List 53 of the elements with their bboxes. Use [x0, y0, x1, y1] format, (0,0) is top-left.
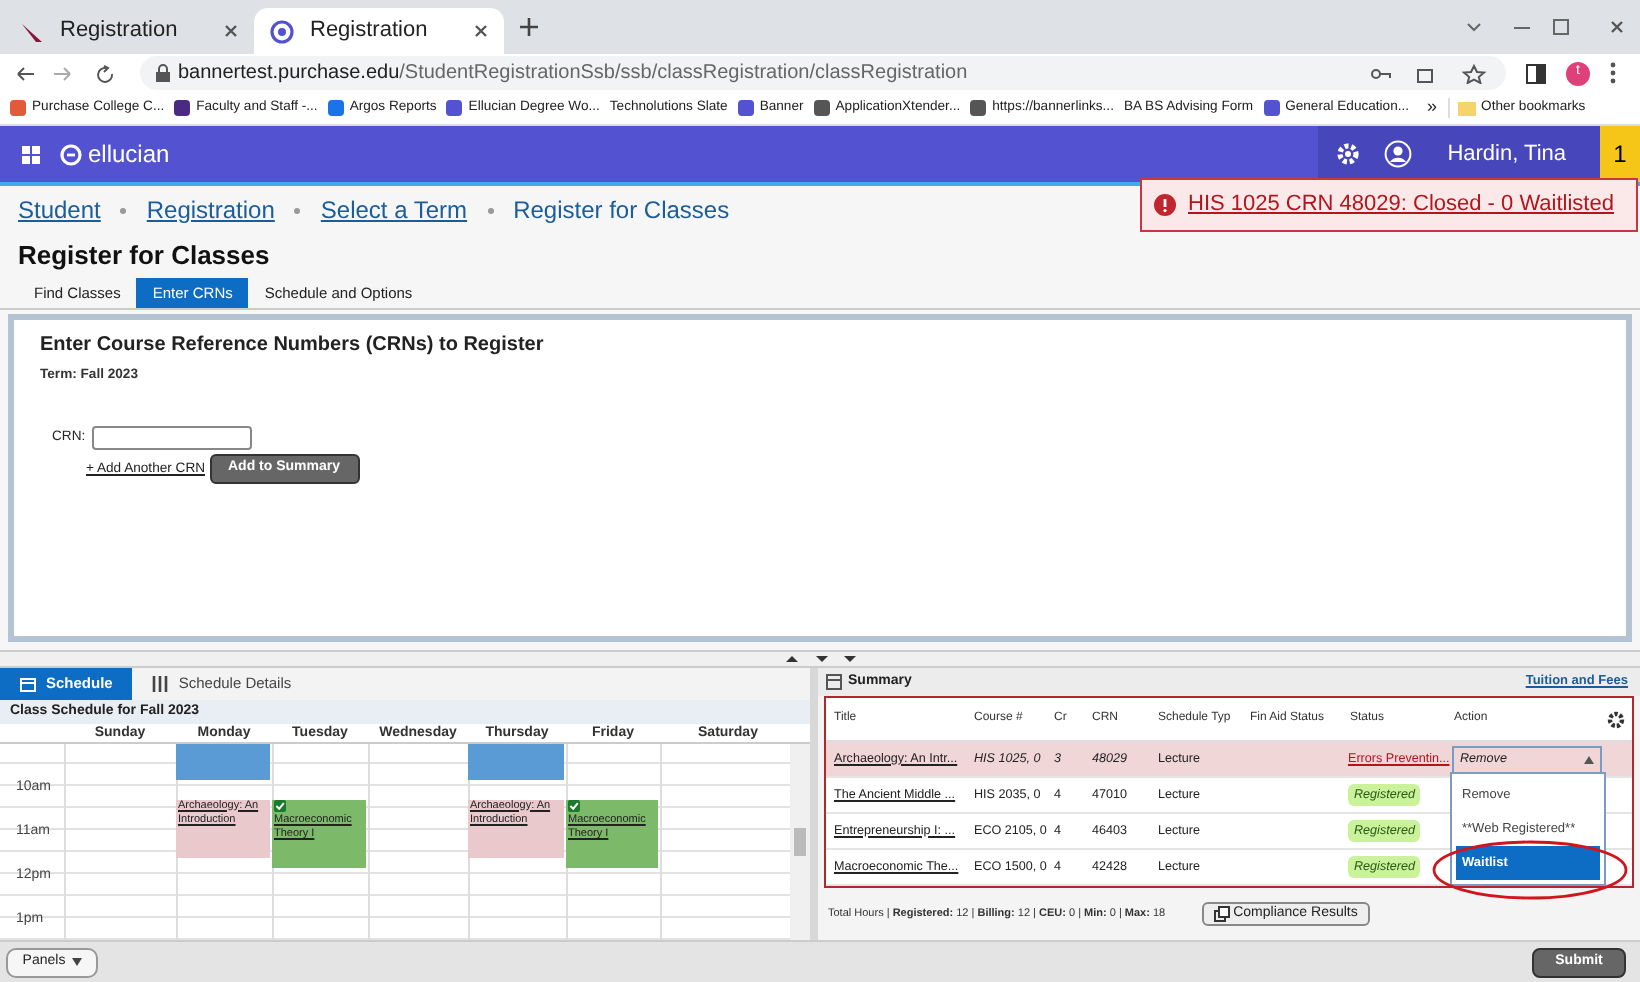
breadcrumb-current: Register for Classes: [513, 194, 730, 228]
panel-heading: Enter Course Reference Numbers (CRNs) to Register: [40, 332, 546, 360]
breadcrumb-link[interactable]: Student: [18, 192, 101, 228]
scrollbar[interactable]: [790, 744, 810, 940]
feather-icon: [20, 19, 44, 43]
notification-badge[interactable]: 1: [1600, 126, 1640, 182]
settings-icon[interactable]: [1606, 709, 1626, 729]
new-tab-icon[interactable]: [520, 18, 538, 36]
table-icon: [826, 674, 842, 690]
tab-title: Registration: [60, 16, 180, 47]
tab-title: Registration: [310, 16, 430, 47]
breadcrumb-link[interactable]: Registration: [146, 192, 275, 228]
error-link[interactable]: HIS 1025 CRN 48029: Closed - 0 Waitlisted: [1188, 188, 1614, 222]
menu-icon[interactable]: [1610, 62, 1616, 84]
user-name[interactable]: Hardin, Tina: [1447, 137, 1566, 171]
bookmark-icon: [970, 100, 987, 116]
more-bookmarks-button[interactable]: »: [1427, 94, 1438, 122]
caret-icon: [1584, 755, 1594, 763]
bookmark-icon: [174, 100, 191, 116]
class-block[interactable]: [176, 744, 270, 781]
calendar-icon: [20, 676, 36, 692]
bookmark-icon: [446, 100, 463, 116]
check-icon: [568, 799, 580, 811]
browser-tab[interactable]: Registration: [254, 8, 504, 54]
error-icon: [1154, 194, 1176, 216]
url-text: bannertest.purchase.edu/StudentRegistrationSsb/ssb/classRegistration/classRegistration: [178, 60, 968, 88]
logo-text: ellucian: [88, 138, 170, 172]
logo-icon: [60, 143, 82, 165]
toolbar-icons-icon[interactable]: [1370, 63, 1490, 83]
address-bar[interactable]: bannertest.purchase.edu/StudentRegistrationSsb/ssb/classRegistration/classRegistration: [140, 56, 1506, 90]
bookmark-icon: [813, 100, 830, 116]
close-icon[interactable]: [474, 24, 488, 38]
folder-icon: [1457, 101, 1476, 115]
close-icon[interactable]: [224, 24, 238, 38]
bookmark-icon: [737, 100, 754, 116]
apps-grid-icon[interactable]: [22, 145, 40, 163]
scrollbar-thumb[interactable]: [794, 828, 806, 856]
site-icon: [270, 19, 294, 43]
close-icon[interactable]: [1610, 20, 1624, 34]
lock-icon: [156, 64, 170, 82]
user-avatar-icon[interactable]: [1383, 140, 1412, 168]
windows-icon: [1213, 906, 1230, 922]
caret-icon: [71, 958, 82, 966]
page-title: Register for Classes: [0, 234, 1640, 278]
bookmark-icon: [327, 100, 344, 116]
breadcrumb-link[interactable]: Select a Term: [320, 192, 468, 228]
check-icon: [274, 799, 286, 811]
side-panel-icon[interactable]: [1526, 63, 1546, 83]
bookmark-icon: [1263, 100, 1280, 116]
class-block[interactable]: [468, 744, 564, 781]
crn-input-field[interactable]: [91, 426, 252, 451]
bookmark-icon: [10, 100, 26, 116]
columns-icon: [152, 676, 169, 692]
